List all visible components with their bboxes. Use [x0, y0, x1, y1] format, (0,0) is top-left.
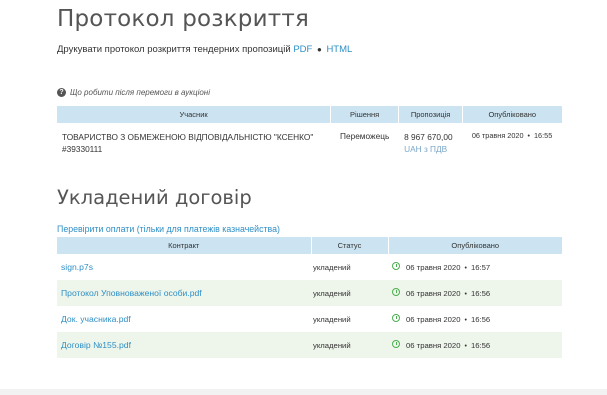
- status-cell: укладений: [311, 332, 388, 358]
- column-header-decision: Рішення: [330, 106, 400, 123]
- contract-file-link[interactable]: sign.p7s: [61, 262, 93, 272]
- column-header-published: Опубліковано: [462, 106, 562, 123]
- published-cell: 06 травня 2020 • 16:57: [388, 254, 562, 280]
- table-row: Док. учасника.pdf укладений 06 травня 20…: [57, 306, 562, 332]
- dot-separator: •: [527, 133, 530, 140]
- contract-file-link[interactable]: Протокол Уповноваженої особи.pdf: [61, 288, 202, 298]
- help-link[interactable]: ? Що робити після перемоги в аукціоні: [57, 88, 210, 97]
- column-header-participant: Учасник: [57, 106, 332, 123]
- published-date: 06 травня 2020: [471, 131, 524, 140]
- question-icon: ?: [57, 88, 66, 97]
- check-payments-link[interactable]: Перевірити оплати (тільки для платежів к…: [57, 224, 280, 234]
- participant-name: ТОВАРИСТВО З ОБМЕЖЕНОЮ ВІДПОВІДАЛЬНІСТЮ …: [62, 132, 314, 142]
- published-date: 06 травня 2020: [406, 288, 461, 298]
- dot-separator: •: [464, 290, 467, 298]
- published-time: 16:55: [534, 131, 553, 140]
- contract-name-cell: sign.p7s: [57, 254, 311, 280]
- offer-cell: 8 967 670,00 UAH з ПДВ: [398, 123, 464, 166]
- table-row: Протокол Уповноваженої особи.pdf укладен…: [57, 280, 562, 306]
- contract-name-cell: Договір №155.pdf: [57, 332, 311, 358]
- published-time: 16:56: [470, 288, 491, 298]
- footer-bar: [0, 389, 607, 395]
- offer-currency: UAH з ПДВ: [404, 144, 448, 154]
- status-cell: укладений: [313, 314, 351, 324]
- dot-separator: •: [464, 342, 467, 350]
- separator-bullet: ●: [316, 45, 322, 54]
- contract-name-cell: Док. учасника.pdf: [57, 306, 311, 332]
- table-row: ТОВАРИСТВО З ОБМЕЖЕНОЮ ВІДПОВІДАЛЬНІСТЮ …: [57, 123, 562, 166]
- published-date: 06 травня 2020: [406, 340, 461, 350]
- html-link[interactable]: HTML: [326, 44, 352, 55]
- help-text: Що робити після перемоги в аукціоні: [70, 88, 210, 97]
- contract-file-link[interactable]: Док. учасника.pdf: [61, 314, 131, 324]
- print-protocol-text: Друкувати протокол розкриття тендерних п…: [57, 44, 291, 55]
- published-cell: 06 травня 2020 • 16:55: [462, 123, 562, 166]
- participant-cell: ТОВАРИСТВО З ОБМЕЖЕНОЮ ВІДПОВІДАЛЬНІСТЮ …: [57, 123, 332, 166]
- status-cell: укладений: [313, 262, 351, 272]
- published-time: 16:57: [470, 262, 491, 272]
- column-header-published: Опубліковано: [388, 237, 562, 254]
- column-header-status: Статус: [311, 237, 389, 254]
- contract-file-link[interactable]: Договір №155.pdf: [61, 340, 131, 350]
- print-protocol-line: Друкувати протокол розкриття тендерних п…: [57, 44, 352, 55]
- clock-icon: [392, 314, 400, 323]
- table-row: Договір №155.pdf укладений 06 травня 202…: [57, 332, 562, 358]
- dot-separator: •: [464, 264, 467, 272]
- published-cell: 06 травня 2020 • 16:56: [388, 306, 562, 332]
- status-cell: укладений: [311, 280, 388, 306]
- decision-cell: Переможець: [330, 123, 400, 166]
- table-row: sign.p7s укладений 06 травня 2020 • 16:57: [57, 254, 562, 280]
- published-cell: 06 травня 2020 • 16:56: [388, 280, 562, 306]
- column-header-contract: Контракт: [57, 237, 312, 254]
- published-time: 16:56: [470, 340, 491, 350]
- clock-icon: [392, 340, 400, 349]
- column-header-offer: Пропозиція: [398, 106, 464, 123]
- published-date: 06 травня 2020: [406, 314, 461, 324]
- clock-icon: [392, 262, 400, 271]
- published-date: 06 травня 2020: [406, 262, 461, 272]
- contract-name-cell: Протокол Уповноваженої особи.pdf: [57, 280, 311, 306]
- contracts-table: Контракт Статус Опубліковано sign.p7s ук…: [57, 237, 562, 358]
- clock-icon: [392, 288, 400, 297]
- participant-id: #39330111: [62, 144, 103, 154]
- published-time: 16:56: [470, 314, 491, 324]
- table-header-row: Учасник Рішення Пропозиція Опубліковано: [57, 106, 562, 123]
- contract-title: Укладений договір: [57, 186, 252, 209]
- published-cell: 06 травня 2020 • 16:56: [388, 332, 562, 358]
- offer-amount: 8 967 670,00: [404, 132, 453, 142]
- table-header-row: Контракт Статус Опубліковано: [57, 237, 562, 254]
- disclosure-protocol-table: Учасник Рішення Пропозиція Опубліковано …: [57, 106, 562, 166]
- dot-separator: •: [464, 316, 467, 324]
- protocol-title: Протокол розкриття: [57, 6, 309, 32]
- pdf-link[interactable]: PDF: [293, 44, 312, 55]
